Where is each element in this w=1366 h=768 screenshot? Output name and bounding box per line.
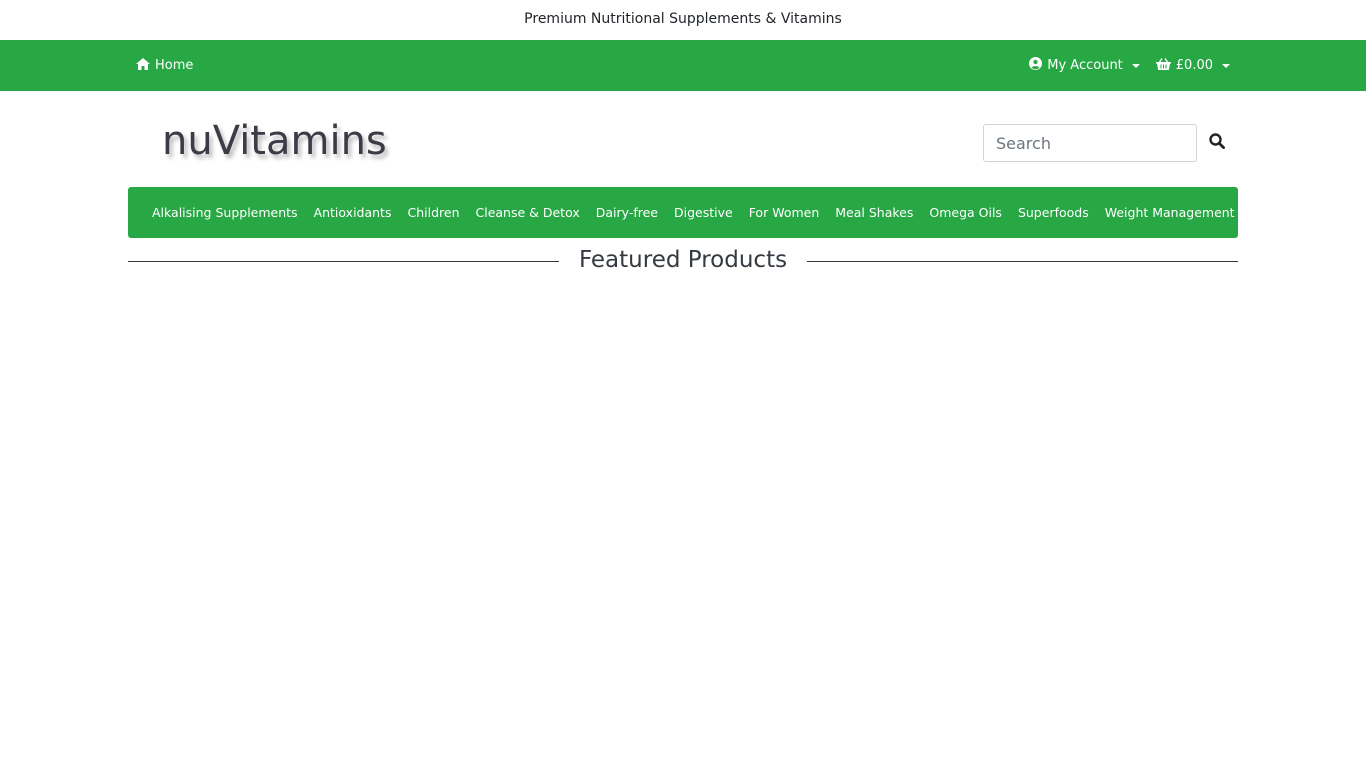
- category-for-women[interactable]: For Women: [741, 205, 828, 220]
- search-button[interactable]: [1197, 124, 1237, 162]
- basket-icon: [1155, 57, 1171, 74]
- category-children[interactable]: Children: [399, 205, 467, 220]
- chevron-down-icon: [1131, 64, 1140, 68]
- divider-left: [128, 260, 559, 262]
- site-logo[interactable]: nuVitamins: [162, 115, 387, 167]
- cart-dropdown[interactable]: £0.00: [1148, 57, 1238, 74]
- search-icon: [1209, 133, 1225, 153]
- section-title: Featured Products: [578, 247, 788, 273]
- site-tagline: Premium Nutritional Supplements & Vitami…: [524, 11, 842, 27]
- home-link[interactable]: Home: [128, 57, 201, 74]
- top-navbar: Home My Account £0.00: [0, 40, 1366, 91]
- featured-products-heading: Featured Products: [128, 240, 1239, 280]
- home-icon: [136, 57, 150, 74]
- search-input[interactable]: [983, 124, 1197, 162]
- category-digestive[interactable]: Digestive: [666, 205, 741, 220]
- site-header: nuVitamins: [0, 91, 1366, 187]
- divider-right: [807, 260, 1239, 262]
- category-meal-shakes[interactable]: Meal Shakes: [827, 205, 921, 220]
- user-circle-icon: [1029, 57, 1043, 74]
- my-account-label: My Account: [1047, 58, 1123, 73]
- my-account-dropdown[interactable]: My Account: [1021, 57, 1148, 74]
- category-antioxidants[interactable]: Antioxidants: [306, 205, 400, 220]
- search-form: [983, 124, 1237, 162]
- category-weight-management[interactable]: Weight Management: [1097, 205, 1243, 220]
- cart-total: £0.00: [1175, 58, 1213, 73]
- home-label: Home: [155, 58, 194, 73]
- category-dairy-free[interactable]: Dairy-free: [588, 205, 666, 220]
- category-nav: Alkalising Supplements Antioxidants Chil…: [128, 187, 1238, 238]
- category-superfoods[interactable]: Superfoods: [1010, 205, 1097, 220]
- chevron-down-icon: [1222, 64, 1230, 68]
- category-alkalising-supplements[interactable]: Alkalising Supplements: [144, 205, 306, 220]
- category-omega-oils[interactable]: Omega Oils: [921, 205, 1010, 220]
- category-cleanse-detox[interactable]: Cleanse & Detox: [468, 205, 588, 220]
